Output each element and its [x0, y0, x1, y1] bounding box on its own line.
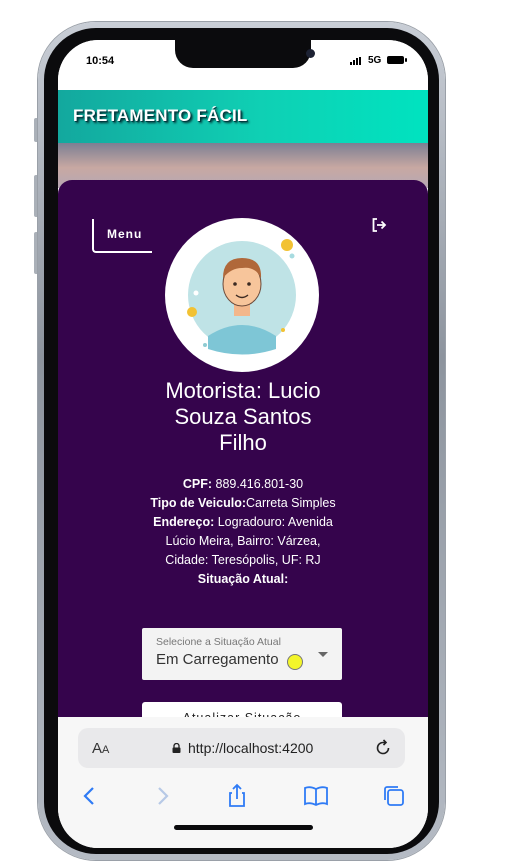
signal-icon	[350, 57, 364, 65]
status-select[interactable]: Selecione a Situação Atual Em Carregamen…	[142, 628, 342, 680]
browser-toolbar: AA http://localhost:4200	[58, 717, 428, 848]
back-icon[interactable]	[77, 783, 103, 809]
address-row: Cidade: Teresópolis, UF: RJ	[165, 553, 321, 567]
address-value: Logradouro: Avenida	[214, 515, 333, 529]
app-header: FRETAMENTO FÁCIL	[58, 90, 428, 143]
vehicle-label: Tipo de Veiculo:	[150, 496, 246, 510]
driver-name-line: Souza Santos	[174, 404, 312, 429]
lock-icon	[172, 743, 181, 753]
forward-icon[interactable]	[149, 783, 175, 809]
text-size-label-small: A	[102, 744, 110, 756]
address-bar[interactable]: AA http://localhost:4200	[78, 728, 405, 768]
driver-avatar-illustration	[187, 239, 296, 355]
avatar	[165, 218, 319, 372]
driver-info: CPF: 889.416.801-30 Tipo de Veiculo:Carr…	[118, 475, 368, 589]
cpf-row: CPF: 889.416.801-30	[118, 475, 368, 494]
app-title: FRETAMENTO FÁCIL	[73, 106, 248, 125]
cpf-label: CPF:	[182, 477, 213, 491]
text-size-label-large: A	[92, 740, 103, 757]
status-label: Situação Atual:	[197, 572, 289, 586]
vehicle-row: Tipo de Veiculo:Carreta Simples	[118, 494, 368, 513]
cpf-value: 889.416.801-30	[212, 477, 304, 491]
tabs-icon[interactable]	[381, 783, 407, 809]
browser-nav	[58, 783, 428, 813]
driver-name: Motorista: Lucio Souza Santos Filho	[133, 378, 353, 456]
status-time: 10:54	[86, 55, 115, 67]
share-icon[interactable]	[224, 783, 250, 809]
reload-icon[interactable]	[374, 739, 392, 757]
profile-card: Menu Motorista: Lucio Souza Santos Filho…	[58, 180, 428, 735]
bookmarks-icon[interactable]	[303, 783, 329, 809]
camera-notch	[175, 40, 315, 68]
chevron-down-icon[interactable]	[318, 652, 328, 657]
driver-name-line: Filho	[219, 430, 267, 455]
status-select-label: Selecione a Situação Atual	[156, 636, 281, 648]
home-indicator[interactable]	[174, 825, 313, 830]
address-row: Endereço: Logradouro: Avenida	[118, 513, 368, 532]
network-label: 5G	[368, 55, 382, 66]
front-camera	[306, 49, 315, 58]
status-select-value: Em Carregamento	[156, 651, 279, 668]
status-indicator-icon	[287, 654, 303, 670]
menu-button[interactable]: Menu	[92, 219, 152, 253]
phone-screen: 10:54 5G FRETAMENTO FÁCIL Menu Motorista…	[58, 40, 428, 848]
address-label: Endereço:	[153, 515, 215, 529]
battery-icon	[387, 56, 407, 64]
vehicle-value: Carreta Simples	[246, 496, 336, 510]
url-text[interactable]: http://localhost:4200	[188, 740, 313, 756]
driver-name-line: Motorista: Lucio	[165, 378, 321, 403]
address-row: Lúcio Meira, Bairro: Várzea,	[165, 534, 321, 548]
status-label-row: Situação Atual:	[118, 570, 368, 589]
logout-icon[interactable]	[371, 217, 387, 233]
text-size-button[interactable]: AA	[92, 740, 109, 757]
